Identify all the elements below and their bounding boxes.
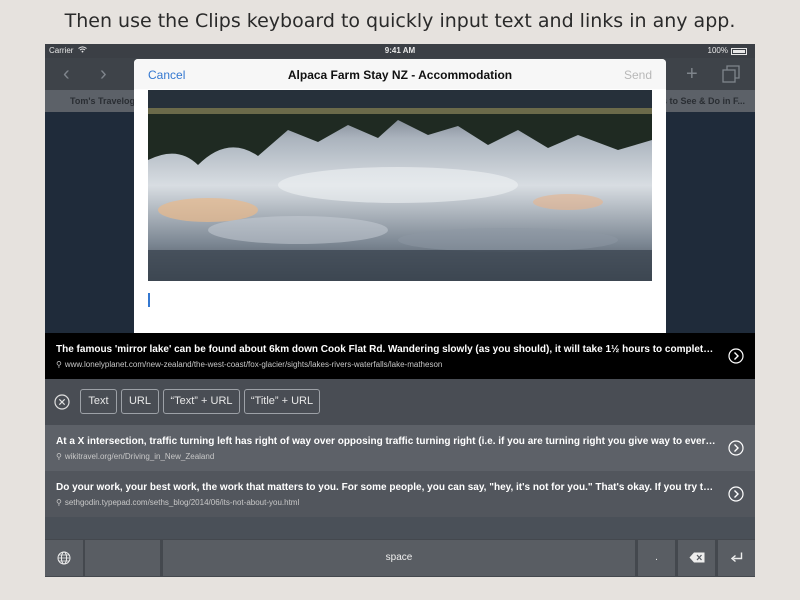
ipad-screen: Carrier 9:41 AM 100% ‹ › + Tom's Travelo…: [45, 44, 755, 577]
format-text-button[interactable]: Text: [80, 389, 117, 414]
clear-icon[interactable]: [54, 394, 70, 410]
format-title-url-button[interactable]: “Title” + URL: [244, 389, 320, 414]
clip-text: Do your work, your best work, the work t…: [56, 482, 716, 493]
tabs-icon[interactable]: [722, 65, 740, 83]
clip-suggestion[interactable]: At a X intersection, traffic turning lef…: [45, 425, 755, 471]
chevron-right-circle-icon[interactable]: [728, 486, 744, 502]
browser-tab[interactable]: s to See & Do in F...: [662, 90, 745, 112]
clip-text: The famous 'mirror lake' can be found ab…: [56, 344, 716, 355]
return-icon: [730, 552, 742, 563]
plus-icon[interactable]: +: [686, 62, 698, 86]
share-sheet-title: Alpaca Farm Stay NZ - Accommodation: [287, 68, 513, 82]
lake-photo: [148, 90, 652, 281]
keyboard-bottom-row: space .: [45, 539, 755, 577]
format-url-button[interactable]: URL: [121, 389, 159, 414]
send-button[interactable]: Send: [624, 68, 652, 82]
period-key[interactable]: .: [638, 540, 675, 576]
blank-key[interactable]: [85, 540, 160, 576]
clip-url: www.lonelyplanet.com/new-zealand/the-wes…: [64, 360, 443, 369]
clip-suggestion[interactable]: The famous 'mirror lake' can be found ab…: [45, 333, 755, 379]
battery-percent: 100%: [707, 46, 728, 55]
space-key[interactable]: space: [163, 540, 635, 576]
headline: Then use the Clips keyboard to quickly i…: [64, 10, 736, 32]
clip-url-row: ⚲ wikitravel.org/en/Driving_in_New_Zealan…: [56, 452, 716, 461]
clip-url: wikitravel.org/en/Driving_in_New_Zealand: [64, 452, 215, 461]
clip-suggestion[interactable]: Do your work, your best work, the work t…: [45, 471, 755, 517]
format-options: Text URL “Text” + URL “Title” + URL: [45, 379, 755, 425]
link-icon: ⚲: [56, 360, 62, 369]
forward-icon[interactable]: ›: [100, 62, 107, 86]
backspace-icon: [689, 552, 704, 563]
return-key[interactable]: [718, 540, 755, 576]
browser-tab[interactable]: Tom's Travelogu: [70, 90, 141, 112]
chevron-right-circle-icon[interactable]: [728, 440, 744, 456]
clip-text: At a X intersection, traffic turning lef…: [56, 436, 716, 447]
backspace-key[interactable]: [678, 540, 715, 576]
chevron-right-circle-icon[interactable]: [728, 348, 744, 364]
globe-key[interactable]: [45, 540, 83, 576]
format-text-url-button[interactable]: “Text” + URL: [163, 389, 240, 414]
globe-icon: [57, 551, 71, 565]
status-bar: Carrier 9:41 AM 100%: [45, 44, 755, 58]
clip-url-row: ⚲ sethgodin.typepad.com/seths_blog/2014/0…: [56, 498, 716, 507]
share-sheet-header: Cancel Alpaca Farm Stay NZ - Accommodati…: [134, 59, 666, 89]
clip-url: sethgodin.typepad.com/seths_blog/2014/06…: [64, 498, 300, 507]
status-time: 9:41 AM: [384, 46, 416, 55]
link-icon: ⚲: [56, 452, 62, 461]
clip-url-row: ⚲ www.lonelyplanet.com/new-zealand/the-we…: [56, 360, 716, 369]
back-icon[interactable]: ‹: [63, 62, 70, 86]
share-sheet: Cancel Alpaca Farm Stay NZ - Accommodati…: [134, 59, 666, 333]
link-icon: ⚲: [56, 498, 62, 507]
battery-icon: [731, 47, 747, 55]
status-battery: 100%: [708, 44, 747, 58]
text-cursor[interactable]: [148, 293, 150, 307]
